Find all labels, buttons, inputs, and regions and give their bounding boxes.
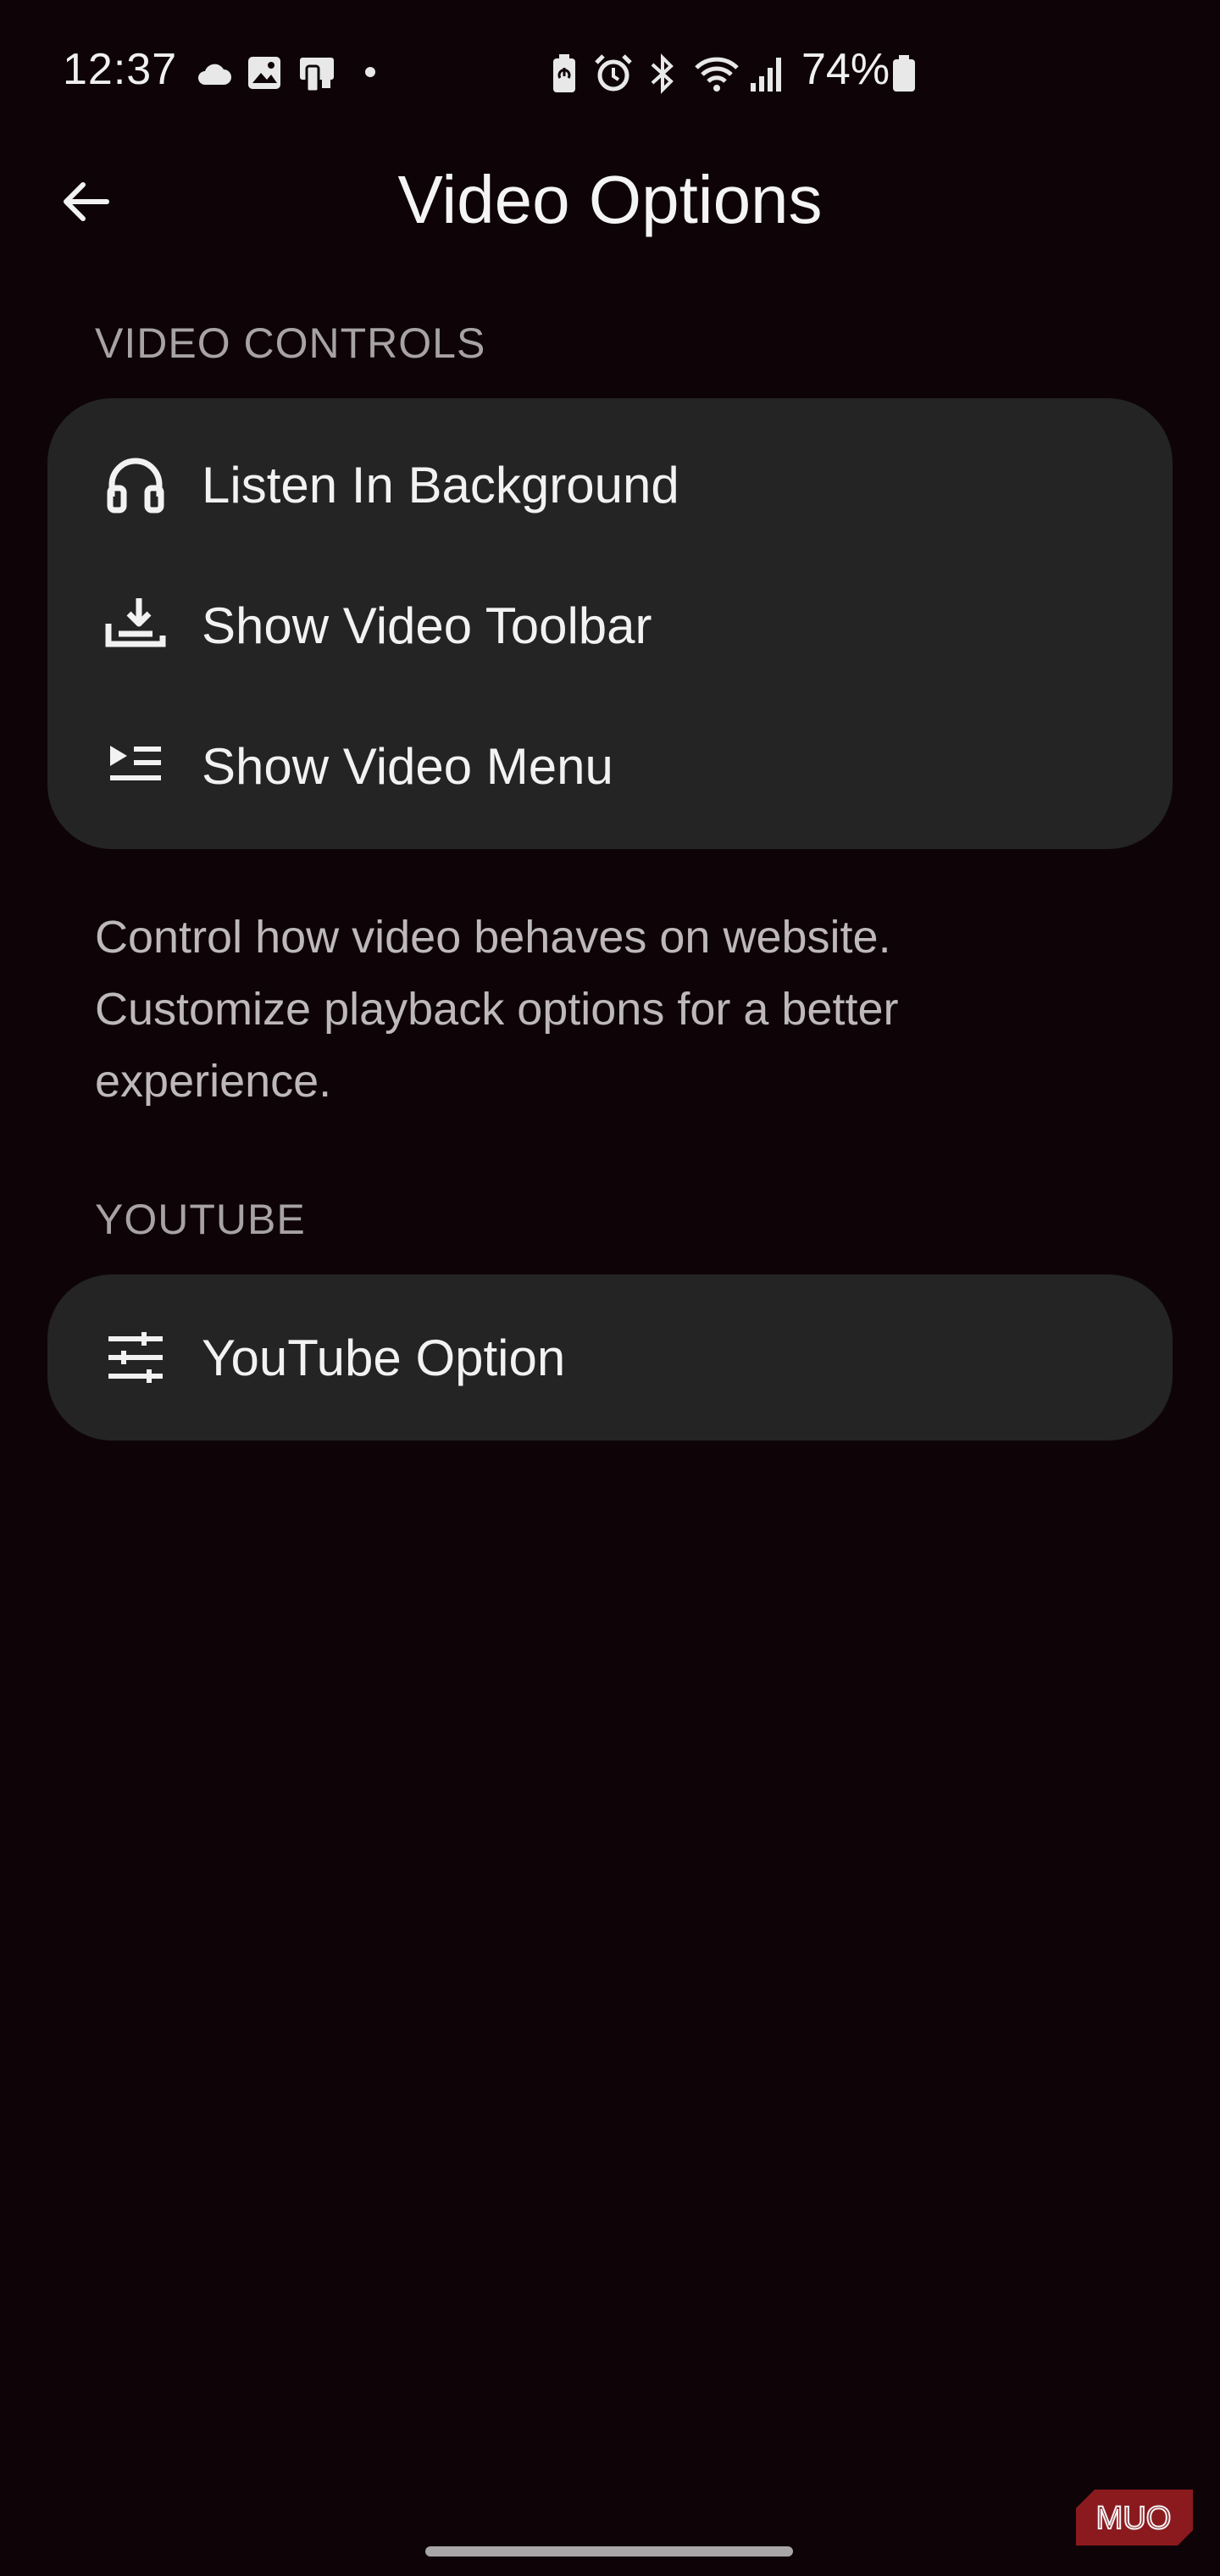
signal-icon <box>751 58 781 92</box>
battery-percent: 74% <box>801 45 890 94</box>
row-label-show-video-menu: Show Video Menu <box>202 737 613 795</box>
row-label-listen-in-background: Listen In Background <box>202 456 679 514</box>
row-label-youtube-option: YouTube Option <box>202 1329 566 1386</box>
wifi-icon <box>695 57 739 92</box>
playlist-icon <box>100 730 171 802</box>
status-time: 12:37 <box>63 45 178 94</box>
battery-icon <box>893 55 915 92</box>
svg-text:MUO: MUO <box>1096 2501 1172 2536</box>
muo-watermark-logo: MUO <box>1076 2490 1193 2545</box>
headphones-icon <box>100 449 171 520</box>
image-icon <box>248 57 280 89</box>
status-bar: 12:37 74% <box>0 0 1220 144</box>
row-label-show-video-toolbar: Show Video Toolbar <box>202 597 652 654</box>
row-show-video-menu[interactable]: Show Video Menu <box>47 695 1173 837</box>
video-controls-card: Listen In Background Show Video Toolbar … <box>47 398 1173 849</box>
dot-icon <box>365 67 375 77</box>
download-tray-icon <box>100 590 171 661</box>
home-indicator[interactable] <box>425 2546 793 2557</box>
battery-saver-icon <box>553 54 575 92</box>
row-show-video-toolbar[interactable]: Show Video Toolbar <box>47 554 1173 697</box>
bluetooth-icon <box>651 53 674 94</box>
cast-icon <box>300 58 334 93</box>
row-listen-in-background[interactable]: Listen In Background <box>47 414 1173 556</box>
section-label-youtube: YOUTUBE <box>95 1196 306 1243</box>
screen: 12:37 74% Video Options VIDEO CONTROLS L… <box>0 0 1220 2576</box>
row-youtube-option[interactable]: YouTube Option <box>47 1286 1173 1429</box>
page-title: Video Options <box>397 162 823 237</box>
section-label-video-controls: VIDEO CONTROLS <box>95 319 486 367</box>
video-controls-description: Control how video behaves on website. Cu… <box>95 912 899 1107</box>
cloud-icon <box>198 64 231 85</box>
alarm-icon <box>595 54 632 92</box>
youtube-card: YouTube Option <box>47 1274 1173 1441</box>
sliders-icon <box>100 1322 171 1393</box>
